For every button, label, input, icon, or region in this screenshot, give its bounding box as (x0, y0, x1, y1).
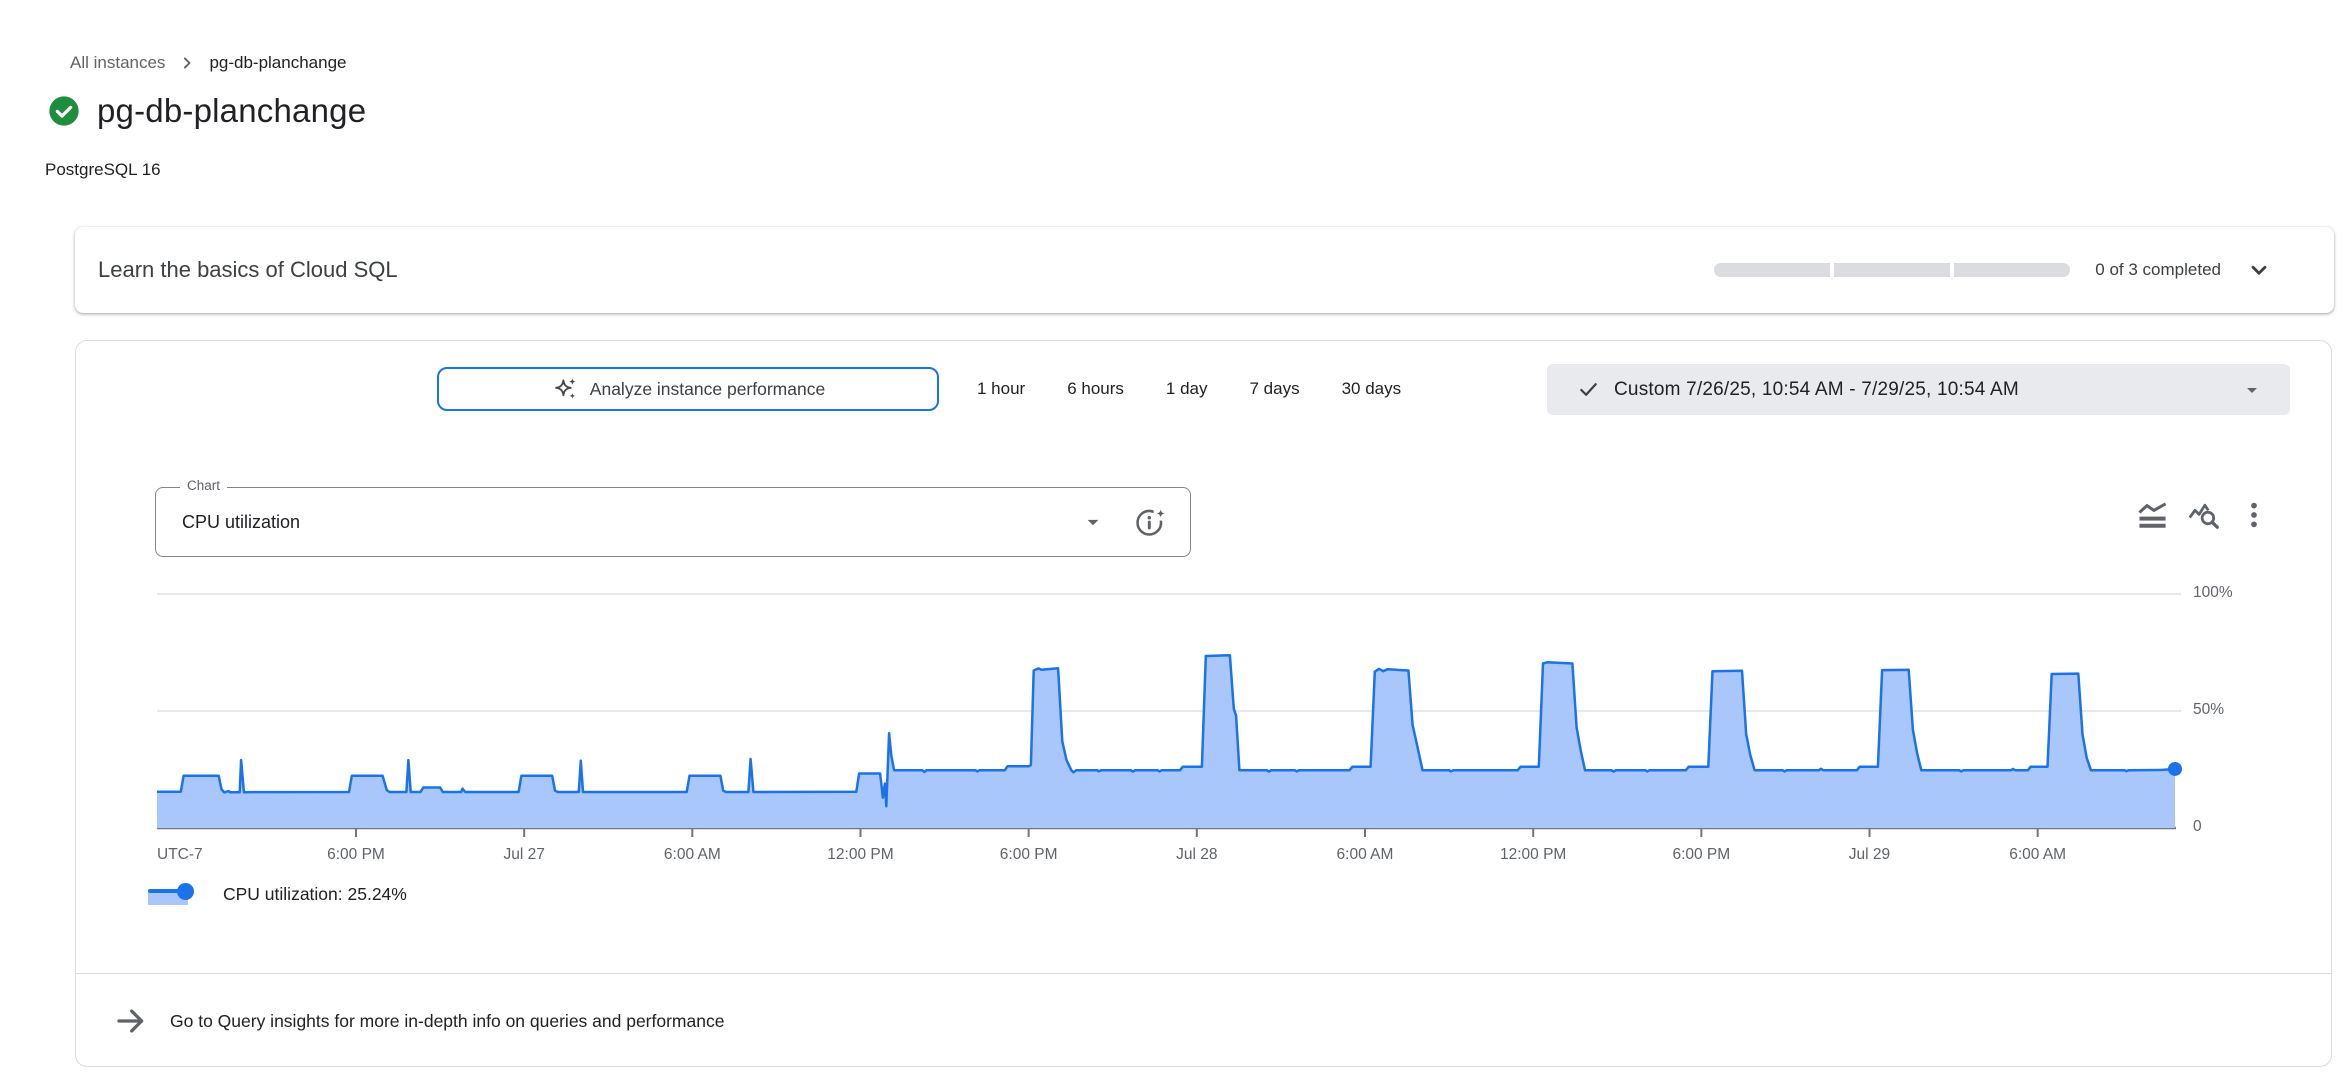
chevron-down-icon[interactable] (2246, 257, 2272, 283)
progress-segment (1834, 263, 1950, 277)
monitoring-chart-card: Analyze instance performance 1 hour 6 ho… (75, 340, 2332, 1067)
x-axis-label: Jul 27 (503, 846, 544, 864)
x-axis-label: 12:00 PM (1500, 846, 1566, 864)
query-insights-link[interactable]: Go to Query insights for more in-depth i… (114, 989, 724, 1053)
chart-select-value: CPU utilization (182, 512, 300, 533)
x-axis-label: 6:00 PM (327, 846, 385, 864)
custom-date-range-label: Custom 7/26/25, 10:54 AM - 7/29/25, 10:5… (1614, 379, 2019, 401)
chart-select-label: Chart (180, 478, 227, 493)
database-version-label: PostgreSQL 16 (45, 160, 161, 180)
x-axis-label: 6:00 AM (1337, 846, 1394, 864)
cpu-utilization-chart[interactable] (155, 576, 2217, 846)
query-insights-link-text: Go to Query insights for more in-depth i… (170, 1011, 724, 1032)
x-axis-label: 6:00 AM (664, 846, 721, 864)
card-divider (76, 973, 2331, 974)
range-7-days[interactable]: 7 days (1250, 379, 1300, 399)
arrow-drop-down-icon[interactable] (1080, 509, 1106, 535)
chart-actions (2134, 497, 2272, 533)
breadcrumb-current: pg-db-planchange (209, 53, 346, 73)
x-axis-label: Jul 29 (1849, 846, 1890, 864)
time-range-selector: 1 hour 6 hours 1 day 7 days 30 days (977, 367, 1401, 411)
chevron-right-icon (177, 53, 197, 73)
arrow-drop-down-icon (2240, 378, 2264, 402)
range-30-days[interactable]: 30 days (1342, 379, 1402, 399)
x-axis-label: Jul 28 (1176, 846, 1217, 864)
legend-series-swatch-icon (148, 882, 196, 906)
range-1-hour[interactable]: 1 hour (977, 379, 1025, 399)
range-6-hours[interactable]: 6 hours (1067, 379, 1124, 399)
progress-segment (1954, 263, 2070, 277)
progress-segment (1714, 263, 1830, 277)
y-axis-label: 50% (2193, 701, 2224, 719)
metric-insights-icon[interactable] (1132, 504, 1168, 540)
x-axis-label: 6:00 PM (1672, 846, 1730, 864)
y-axis-label: 0 (2193, 818, 2202, 836)
x-axis-label: 6:00 PM (1000, 846, 1058, 864)
query-stats-icon[interactable] (2185, 497, 2221, 533)
status-check-circle-icon (48, 95, 80, 127)
area-chart-type-icon[interactable] (2134, 497, 2170, 533)
breadcrumb: All instances pg-db-planchange (70, 50, 347, 76)
learn-basics-progress-group: 0 of 3 completed (1714, 257, 2272, 283)
x-axis-label: 6:00 AM (2009, 846, 2066, 864)
instance-title-row: pg-db-planchange (48, 88, 366, 134)
x-axis-label: 12:00 PM (827, 846, 893, 864)
gemini-spark-icon (551, 376, 578, 403)
learn-basics-title: Learn the basics of Cloud SQL (98, 257, 398, 283)
check-icon (1577, 378, 1600, 401)
arrow-right-icon (114, 1004, 148, 1038)
y-axis-label: 100% (2193, 584, 2233, 602)
chart-legend: CPU utilization: 25.24% (148, 881, 407, 907)
more-vert-icon[interactable] (2236, 497, 2272, 533)
x-axis-label: UTC-7 (157, 846, 203, 864)
custom-date-range-chip[interactable]: Custom 7/26/25, 10:54 AM - 7/29/25, 10:5… (1547, 364, 2290, 415)
progress-label[interactable]: 0 of 3 completed (2095, 260, 2221, 280)
breadcrumb-all-instances[interactable]: All instances (70, 53, 165, 73)
progress-bar (1714, 263, 2070, 277)
latest-value-dot (2168, 762, 2182, 776)
range-1-day[interactable]: 1 day (1166, 379, 1208, 399)
cloud-sql-instance-page: All instances pg-db-planchange pg-db-pla… (0, 0, 2342, 1076)
page-title: pg-db-planchange (97, 92, 366, 130)
chart-metric-select[interactable]: Chart CPU utilization (155, 487, 1191, 557)
legend-label: CPU utilization: 25.24% (223, 884, 407, 905)
learn-basics-card: Learn the basics of Cloud SQL 0 of 3 com… (75, 227, 2334, 313)
analyze-button-label: Analyze instance performance (590, 379, 825, 400)
analyze-instance-performance-button[interactable]: Analyze instance performance (437, 367, 939, 411)
